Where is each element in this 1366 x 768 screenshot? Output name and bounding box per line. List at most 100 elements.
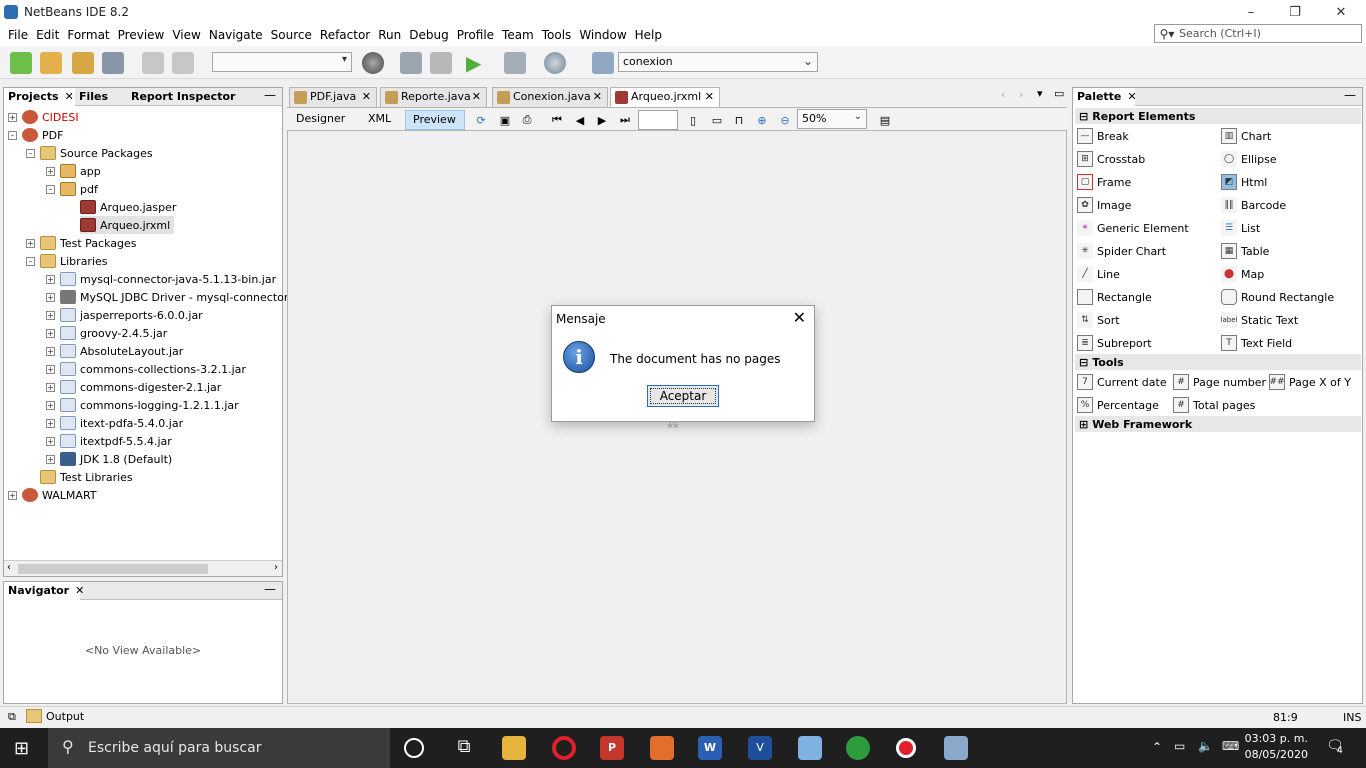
menu-format[interactable]: Format [63, 28, 113, 42]
palette-table[interactable]: ▦ Table [1221, 241, 1269, 261]
file-explorer-icon[interactable] [502, 736, 526, 760]
windows-start-icon[interactable]: ⊞ [14, 738, 29, 759]
palette-subreport[interactable]: ≣ Subreport [1077, 333, 1152, 353]
print-icon[interactable]: ⎙ [519, 112, 535, 128]
word-icon[interactable]: W [698, 736, 722, 760]
tree-item[interactable]: + commons-collections-3.2.1.jar [46, 360, 246, 378]
profile-icon[interactable] [544, 52, 566, 74]
language-icon[interactable]: ⌨ [1222, 739, 1239, 753]
tree-item[interactable]: + commons-digester-2.1.jar [46, 378, 221, 396]
first-page-icon[interactable]: ⏮ [549, 112, 565, 128]
restore-window-icon[interactable]: ⧉ [8, 710, 16, 724]
tree-item[interactable]: Arqueo.jasper [80, 198, 176, 216]
zoom-in-icon[interactable]: ⊕ [754, 112, 770, 128]
menu-window[interactable]: Window [575, 28, 630, 42]
save-icon[interactable]: ▣ [497, 112, 513, 128]
palette-total-pages[interactable]: # Total pages [1173, 395, 1255, 415]
cortana-icon[interactable] [404, 738, 424, 758]
menu-run[interactable]: Run [374, 28, 405, 42]
close-icon[interactable]: ✕ [472, 90, 481, 103]
tree-item[interactable]: – pdf [46, 180, 98, 198]
tree-item[interactable]: + commons-logging-1.2.1.1.jar [46, 396, 239, 414]
palette-break[interactable]: — Break [1077, 126, 1129, 146]
close-icon[interactable]: ✕ [705, 90, 714, 103]
scroll-left-icon[interactable]: ‹ [7, 562, 11, 573]
view-designer[interactable]: Designer [289, 110, 352, 130]
fit-page-icon[interactable]: ▭ [709, 112, 725, 128]
tree-item[interactable]: + MySQL JDBC Driver - mysql-connector-jav [46, 288, 308, 306]
virtualbox-icon[interactable] [798, 736, 822, 760]
menu-preview[interactable]: Preview [114, 28, 169, 42]
scroll-tabs-left-icon[interactable]: ‹ [1001, 88, 1005, 101]
cloud-app-icon[interactable] [650, 736, 674, 760]
record-icon[interactable] [896, 738, 916, 758]
connection-select[interactable]: conexion ⌄ [618, 52, 818, 72]
tree-item[interactable]: + Test Packages [26, 234, 136, 252]
palette-chart[interactable]: ▥ Chart [1221, 126, 1271, 146]
tree-item[interactable]: Test Libraries [40, 468, 133, 486]
taskbar-clock[interactable]: 03:03 p. m. 08/05/2020 [1245, 731, 1308, 763]
tree-item[interactable]: + app [46, 162, 101, 180]
palette-ellipse[interactable]: ◯ Ellipse [1221, 149, 1277, 169]
page-number-input[interactable] [638, 110, 678, 130]
scrollbar-thumb[interactable] [18, 564, 208, 574]
close-icon[interactable]: ✕ [75, 584, 84, 597]
tree-item[interactable]: + JDK 1.8 (Default) [46, 450, 172, 468]
scroll-right-icon[interactable]: › [274, 562, 278, 573]
palette-html[interactable]: ◩ Html [1221, 172, 1267, 192]
palette-static-text[interactable]: label Static Text [1221, 310, 1298, 330]
actual-size-icon[interactable]: ▯ [685, 112, 701, 128]
app-p-icon[interactable]: P [600, 736, 624, 760]
refresh-icon[interactable]: ⟳ [473, 112, 489, 128]
view-preview[interactable]: Preview [405, 110, 465, 130]
output-icon[interactable] [26, 709, 42, 723]
palette-frame[interactable]: ▢ Frame [1077, 172, 1131, 192]
tree-item[interactable]: + jasperreports-6.0.0.jar [46, 306, 203, 324]
tab-arqueo-jrxml[interactable]: Arqueo.jrxml ✕ [610, 87, 720, 107]
menu-debug[interactable]: Debug [405, 28, 452, 42]
globe-icon[interactable] [362, 52, 384, 74]
tab-conexion-java[interactable]: Conexion.java ✕ [492, 87, 608, 107]
configuration-select[interactable]: ▾ [212, 52, 352, 72]
run-icon[interactable]: ▶ [466, 52, 488, 74]
close-icon[interactable]: ✕ [593, 90, 602, 103]
taskbar-search[interactable]: ⚲ Escribe aquí para buscar [48, 728, 390, 768]
connection-icon[interactable] [592, 52, 614, 74]
palette-spider-chart[interactable]: ✳ Spider Chart [1077, 241, 1166, 261]
tree-item[interactable]: + groovy-2.4.5.jar [46, 324, 167, 342]
volume-icon[interactable]: 🔈 [1198, 739, 1213, 753]
clean-build-icon[interactable] [430, 52, 452, 74]
app-green-icon[interactable] [846, 736, 870, 760]
zoom-out-icon[interactable]: ⊖ [777, 112, 793, 128]
dialog-close-icon[interactable]: ✕ [793, 308, 806, 327]
close-icon[interactable]: ✕ [1127, 90, 1136, 103]
tab-list-dropdown-icon[interactable]: ▾ [1037, 87, 1043, 100]
menu-profile[interactable]: Profile [453, 28, 498, 42]
opera-icon[interactable] [552, 736, 576, 760]
palette-current-date[interactable]: 7 Current date [1077, 372, 1167, 392]
scroll-tabs-right-icon[interactable]: › [1019, 88, 1023, 101]
tree-item[interactable]: + CIDESI [8, 108, 79, 126]
last-page-icon[interactable]: ⏭ [617, 112, 633, 128]
tree-item[interactable]: + AbsoluteLayout.jar [46, 342, 183, 360]
palette-page-x-of-y[interactable]: ## Page X of Y [1269, 372, 1351, 392]
tree-item[interactable]: + itext-pdfa-5.4.0.jar [46, 414, 183, 432]
palette-sort[interactable]: ⇅ Sort [1077, 310, 1120, 330]
tab-projects[interactable]: Projects ✕ [4, 88, 75, 106]
palette-list[interactable]: ☰ List [1221, 218, 1260, 238]
palette-round-rectangle[interactable]: Round Rectangle [1221, 287, 1334, 307]
menu-team[interactable]: Team [498, 28, 538, 42]
new-file-icon[interactable] [10, 52, 32, 74]
palette-map[interactable]: ⬤ Map [1221, 264, 1264, 284]
previous-page-icon[interactable]: ◀ [572, 112, 588, 128]
horizontal-scrollbar[interactable]: ‹ › [4, 560, 282, 576]
fit-width-icon[interactable]: ⊓ [731, 112, 747, 128]
palette-page-number[interactable]: # Page number [1173, 372, 1266, 392]
battery-icon[interactable]: ▭ [1174, 739, 1185, 753]
palette-crosstab[interactable]: ⊞ Crosstab [1077, 149, 1145, 169]
section-tools[interactable]: ⊟ Tools [1075, 354, 1361, 370]
new-project-icon[interactable] [40, 52, 62, 74]
palette-line[interactable]: ╱ Line [1077, 264, 1120, 284]
tree-item[interactable]: + itextpdf-5.5.4.jar [46, 432, 172, 450]
maximize-editor-icon[interactable]: ▭ [1054, 87, 1064, 100]
